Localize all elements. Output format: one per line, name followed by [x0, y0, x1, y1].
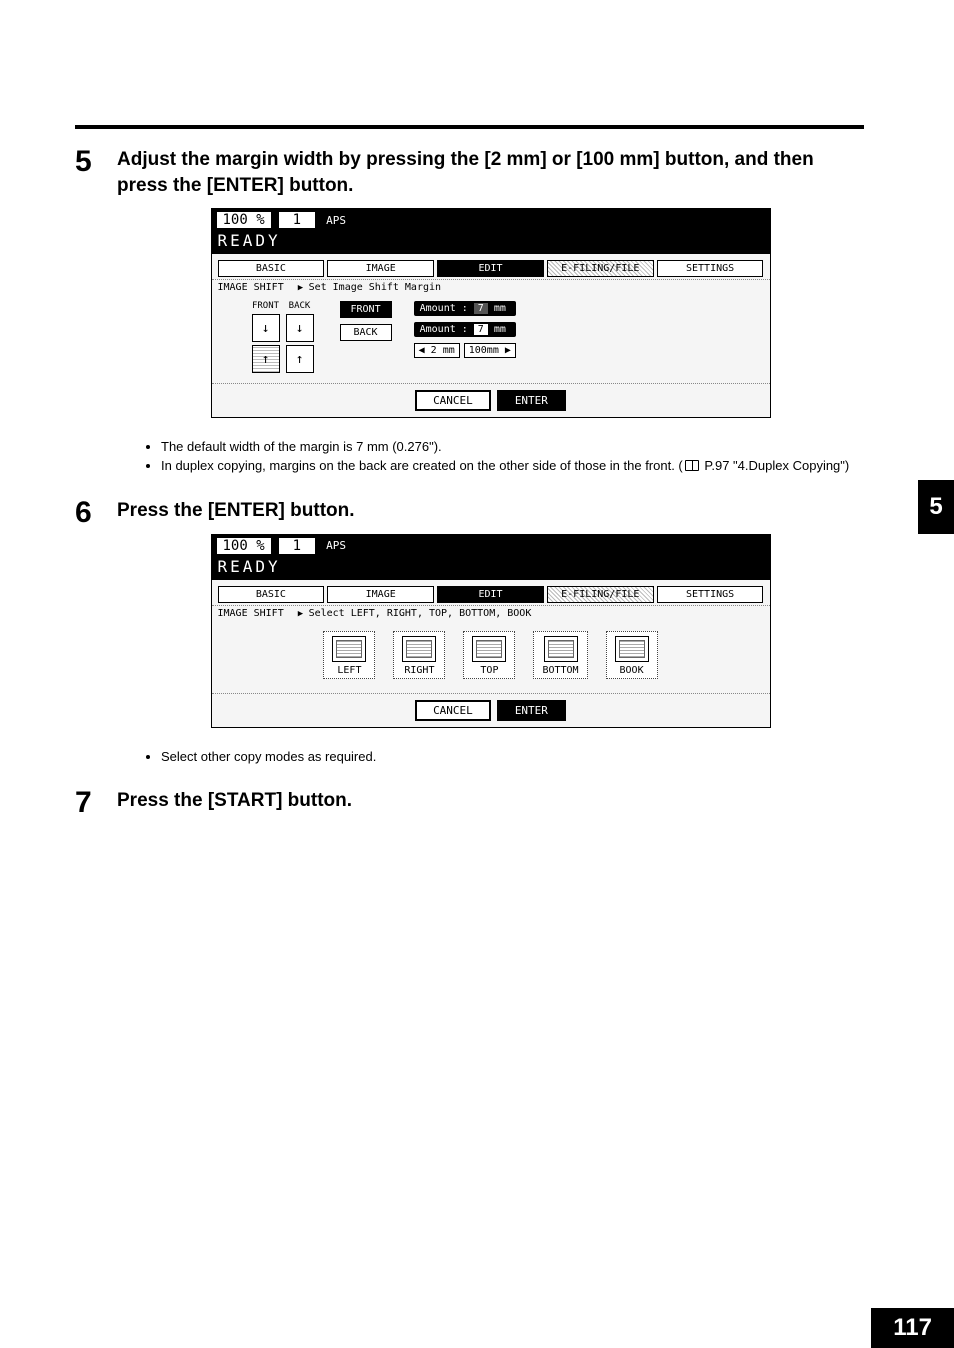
tab-efiling[interactable]: E-FILING/FILE [547, 260, 654, 277]
amount-unit: mm [494, 303, 506, 314]
cancel-button[interactable]: CANCEL [415, 390, 491, 411]
amount-label: Amount : [420, 303, 468, 314]
option-label: BOTTOM [542, 665, 578, 676]
amount-front-row: Amount : 7 mm [414, 301, 516, 316]
tab-bar: BASIC IMAGE EDIT E-FILING/FILE SETTINGS [212, 580, 770, 606]
tab-image[interactable]: IMAGE [327, 586, 434, 603]
prompt-text: Set Image Shift Margin [298, 282, 441, 293]
quantity-indicator: 1 [278, 211, 316, 229]
step-heading: Press the [START] button. [117, 788, 864, 814]
note-select-modes: Select other copy modes as required. [161, 748, 864, 767]
option-top[interactable]: TOP [463, 631, 515, 679]
step-7: 7 Press the [START] button. [75, 788, 864, 824]
option-book[interactable]: BOOK [606, 631, 658, 679]
amount-back-value: 7 [474, 324, 488, 335]
option-left[interactable]: LEFT [323, 631, 375, 679]
page-number: 117 [871, 1308, 954, 1348]
tab-basic[interactable]: BASIC [218, 260, 325, 277]
aps-label: APS [322, 538, 350, 553]
amount-front-value: 7 [474, 303, 488, 314]
copier-screen-select: 100 % 1 APS READY BASIC IMAGE EDIT E-FIL… [211, 534, 771, 728]
up-arrow-icon: ↑ [286, 345, 314, 373]
down-arrow-icon: ↓ [252, 314, 280, 342]
prompt-text: Select LEFT, RIGHT, TOP, BOTTOM, BOOK [298, 608, 532, 619]
mode-label: IMAGE SHIFT [218, 608, 284, 619]
step-heading: Press the [ENTER] button. [117, 498, 864, 524]
note-default-margin: The default width of the margin is 7 mm … [161, 438, 864, 457]
diagram-back-label: BACK [289, 301, 311, 311]
step5-notes: The default width of the margin is 7 mm … [135, 438, 864, 476]
book-shift-icon [615, 636, 649, 662]
tab-basic[interactable]: BASIC [218, 586, 325, 603]
book-icon [685, 460, 699, 471]
option-label: LEFT [337, 665, 361, 676]
right-shift-icon [402, 636, 436, 662]
down-arrow-icon: ↓ [286, 314, 314, 342]
option-label: BOOK [620, 665, 644, 676]
tab-edit[interactable]: EDIT [437, 260, 544, 277]
step-number: 7 [75, 788, 117, 824]
tab-settings[interactable]: SETTINGS [657, 260, 764, 277]
step-5: 5 Adjust the margin width by pressing th… [75, 147, 864, 428]
chapter-tab: 5 [918, 480, 954, 534]
step6-notes: Select other copy modes as required. [135, 748, 864, 767]
tab-bar: BASIC IMAGE EDIT E-FILING/FILE SETTINGS [212, 254, 770, 280]
option-bottom[interactable]: BOTTOM [533, 631, 587, 679]
enter-button[interactable]: ENTER [497, 390, 566, 411]
enter-button[interactable]: ENTER [497, 700, 566, 721]
aps-label: APS [322, 213, 350, 228]
note-text: In duplex copying, margins on the back a… [161, 458, 683, 473]
orientation-diagram: FRONT ↓ ↑ BACK ↓ ↑ [252, 301, 314, 373]
amount-unit: mm [494, 324, 506, 335]
diagram-front-label: FRONT [252, 301, 279, 311]
step-number: 6 [75, 498, 117, 738]
step-6: 6 Press the [ENTER] button. 100 % 1 APS … [75, 498, 864, 738]
back-button[interactable]: BACK [340, 324, 392, 341]
quantity-indicator: 1 [278, 537, 316, 555]
zoom-indicator: 100 % [216, 537, 272, 555]
bottom-shift-icon [544, 636, 578, 662]
left-shift-icon [332, 636, 366, 662]
step-heading: Adjust the margin width by pressing the … [117, 147, 864, 198]
option-label: RIGHT [404, 665, 434, 676]
note-text: P.97 "4.Duplex Copying") [701, 458, 849, 473]
tab-edit[interactable]: EDIT [437, 586, 544, 603]
tab-image[interactable]: IMAGE [327, 260, 434, 277]
option-label: TOP [480, 665, 498, 676]
cancel-button[interactable]: CANCEL [415, 700, 491, 721]
decrease-2mm-button[interactable]: ◀ 2 mm [414, 343, 460, 358]
step-number: 5 [75, 147, 117, 428]
copier-screen-margin: 100 % 1 APS READY BASIC IMAGE EDIT E-FIL… [211, 208, 771, 418]
amount-back-row: Amount : 7 mm [414, 322, 516, 337]
top-shift-icon [472, 636, 506, 662]
amount-label: Amount : [420, 324, 468, 335]
status-ready: READY [212, 557, 770, 580]
status-ready: READY [212, 231, 770, 254]
mode-label: IMAGE SHIFT [218, 282, 284, 293]
up-arrow-icon: ↑ [252, 345, 280, 373]
zoom-indicator: 100 % [216, 211, 272, 229]
option-right[interactable]: RIGHT [393, 631, 445, 679]
increase-100mm-button[interactable]: 100mm ▶ [464, 343, 516, 358]
front-button[interactable]: FRONT [340, 301, 392, 318]
note-duplex: In duplex copying, margins on the back a… [161, 457, 864, 476]
tab-settings[interactable]: SETTINGS [657, 586, 764, 603]
tab-efiling[interactable]: E-FILING/FILE [547, 586, 654, 603]
